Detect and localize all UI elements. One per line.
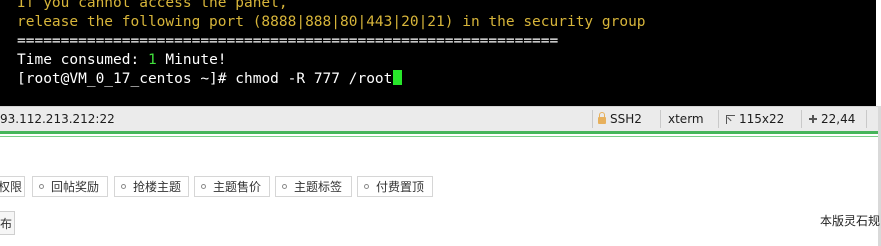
terminal-window[interactable]: If you cannot access the panel, release … bbox=[0, 0, 881, 106]
time-suffix: Minute! bbox=[156, 52, 227, 68]
terminal-prompt-line[interactable]: [root@VM_0_17_centos ~]# chmod -R 777 /r… bbox=[17, 70, 403, 89]
option-thread-tags[interactable]: 主题标签 bbox=[275, 176, 352, 197]
divider-green bbox=[0, 131, 881, 134]
divider bbox=[801, 110, 802, 128]
bullet-icon bbox=[282, 184, 287, 189]
connection-host: 93.112.213.212:22 bbox=[0, 112, 115, 126]
lock-icon bbox=[598, 112, 606, 124]
protocol-label: SSH2 bbox=[610, 112, 642, 126]
size-status: 115x22 bbox=[726, 107, 784, 131]
forum-rules-link[interactable]: 本版灵石规 bbox=[820, 212, 880, 229]
divider bbox=[718, 110, 719, 128]
option-label: 回帖奖励 bbox=[51, 180, 100, 194]
time-value: 1 bbox=[147, 52, 157, 68]
option-paid-sticky[interactable]: 付费置顶 bbox=[357, 176, 433, 197]
terminal-line: If you cannot access the panel, bbox=[17, 0, 288, 11]
divider bbox=[660, 110, 661, 128]
shell-prompt: [root@VM_0_17_centos ~]# bbox=[17, 71, 236, 87]
terminal-type-status: xterm bbox=[668, 107, 704, 131]
position-icon bbox=[809, 115, 817, 123]
option-reply-reward[interactable]: 回帖奖励 bbox=[32, 176, 108, 197]
terminal-line: release the following port (8888|888|80|… bbox=[17, 14, 646, 30]
terminal-scrollbar[interactable] bbox=[876, 0, 881, 106]
divider bbox=[592, 110, 593, 128]
terminal-type-label: xterm bbox=[668, 112, 704, 126]
divider-green-thin bbox=[0, 136, 881, 137]
bullet-icon bbox=[364, 184, 369, 189]
option-label: 主题标签 bbox=[294, 180, 343, 194]
cursor-position-label: 22,44 bbox=[821, 112, 856, 126]
bullet-icon bbox=[201, 184, 206, 189]
option-thread-price[interactable]: 主题售价 bbox=[194, 176, 270, 197]
resize-icon bbox=[726, 114, 735, 124]
protocol-status: SSH2 bbox=[598, 107, 642, 131]
terminal-line: Time consumed: 1 Minute! bbox=[17, 51, 227, 70]
post-button[interactable]: 发布 bbox=[0, 211, 15, 235]
shell-command[interactable]: chmod -R 777 /root bbox=[235, 71, 392, 87]
option-label: 付费置顶 bbox=[376, 180, 425, 194]
bullet-icon bbox=[39, 184, 44, 189]
bullet-icon bbox=[121, 184, 126, 189]
option-label: 权限 bbox=[0, 180, 23, 194]
divider bbox=[866, 110, 867, 128]
post-button-label: 发布 bbox=[0, 216, 13, 231]
option-label: 抢楼主题 bbox=[133, 180, 182, 194]
terminal-separator: ========================================… bbox=[17, 33, 559, 49]
size-label: 115x22 bbox=[739, 112, 785, 126]
cursor-position-status: 22,44 bbox=[809, 107, 855, 131]
option-label: 主题售价 bbox=[213, 180, 262, 194]
option-permission[interactable]: 权限 bbox=[0, 176, 25, 197]
status-bar: 93.112.213.212:22 SSH2 xterm 115x22 22,4… bbox=[0, 106, 881, 132]
option-floor-lottery[interactable]: 抢楼主题 bbox=[114, 176, 189, 197]
terminal-cursor bbox=[393, 70, 403, 85]
time-label: Time consumed: bbox=[17, 52, 148, 68]
